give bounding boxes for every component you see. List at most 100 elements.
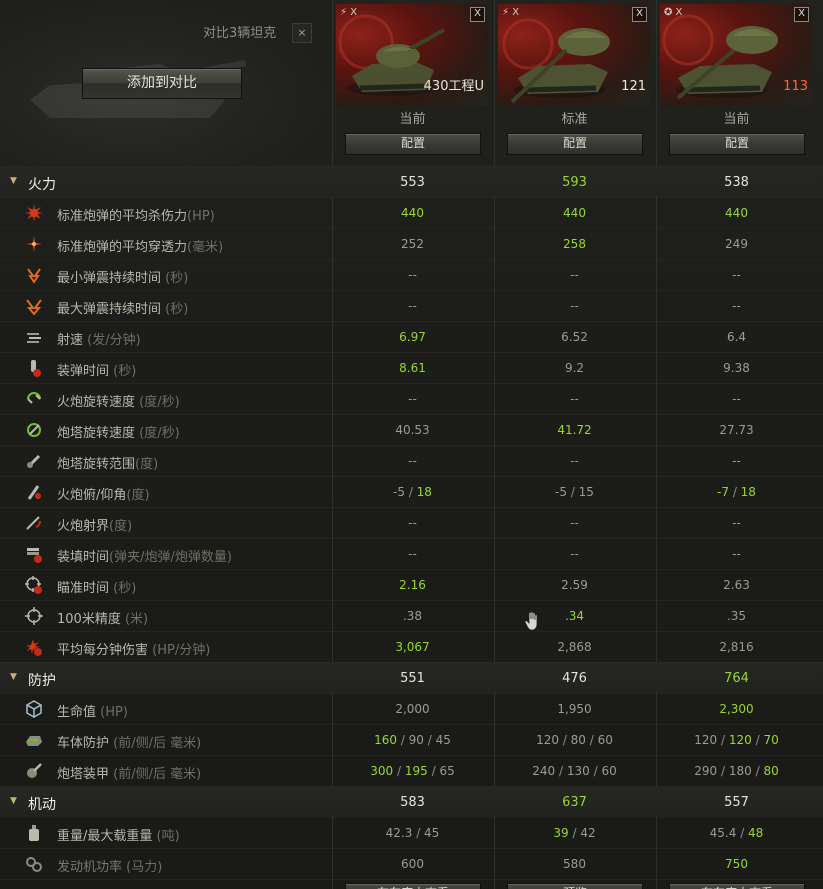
stat-value: 600: [401, 857, 424, 871]
stat-unit: (HP): [187, 209, 215, 224]
stat-value: 553: [400, 175, 425, 190]
stat-unit: (度/秒): [135, 426, 180, 441]
stat-value: 8.61: [399, 361, 426, 375]
add-to-compare-button[interactable]: 添加到对比: [82, 68, 242, 99]
tank-card[interactable]: ✪ X X 113: [660, 4, 812, 106]
stat-label: 生命值 (HP): [57, 701, 128, 720]
configure-button[interactable]: 配置: [669, 133, 805, 155]
stat-value: 1,950: [557, 702, 592, 716]
stat-label: 火炮旋转速度 (度/秒): [57, 391, 180, 410]
stat-value-part: 60: [597, 733, 613, 747]
value-separator: /: [751, 764, 764, 778]
stat-value: --: [408, 516, 417, 530]
stat-unit: (秒): [109, 581, 137, 596]
stat-value-part: 130: [566, 764, 590, 778]
value-separator: /: [405, 485, 417, 499]
tank-card[interactable]: ⚡ X X 121: [498, 4, 650, 106]
stat-value: 2,300: [719, 702, 754, 716]
preview-button[interactable]: 预览: [507, 883, 643, 889]
remove-tank-button[interactable]: X: [794, 7, 809, 22]
stat-value: 440: [725, 206, 748, 220]
remove-tank-button[interactable]: X: [470, 7, 485, 22]
stat-label-text: 装填时间: [57, 550, 110, 565]
stat-value: 27.73: [719, 423, 754, 437]
rate-of-fire-icon: [27, 333, 41, 343]
stat-value-part: 45: [435, 733, 451, 747]
remove-tank-button[interactable]: X: [632, 7, 647, 22]
stat-value: 290 / 180 / 80: [656, 764, 817, 778]
tank-flags: ⚡ X: [340, 7, 358, 18]
view-in-garage-button[interactable]: 在车库中查看: [345, 883, 481, 889]
stat-value: 440: [401, 206, 424, 220]
stat-value-part: 80: [763, 764, 779, 778]
stat-row: 火炮旋转速度 (度/秒) -- -- --: [0, 383, 823, 414]
tank-comparison-window: 对比3辆坦克 × 添加到对比 ⚡ X X 430工程U 当前 配置 ⚡ X X …: [0, 0, 823, 889]
stat-label-text: 最大弹震持续时间: [57, 302, 162, 317]
stat-value-part: 45.4: [709, 826, 737, 840]
clear-comparison-button[interactable]: ×: [292, 23, 312, 43]
stat-value: .34: [564, 609, 585, 623]
stat-label-text: 生命值: [57, 705, 97, 720]
collapse-caret-icon[interactable]: ▼: [10, 672, 17, 682]
value-separator: /: [751, 733, 764, 747]
penetration-icon: [26, 236, 42, 252]
stat-value-part: -5: [393, 485, 405, 499]
stat-value-part: 120: [728, 733, 752, 747]
stat-value: 39 / 42: [494, 826, 655, 840]
stat-value: 160 / 90 / 45: [332, 733, 493, 747]
stat-label: 火炮射界(度): [57, 515, 132, 534]
specific-power-icon: [24, 885, 44, 889]
stat-row: 平均每分钟伤害 (HP/分钟) 3,067 2,868 2,816: [0, 631, 823, 662]
tank-flags: ✪ X: [664, 7, 683, 18]
stun-max-icon: [26, 299, 42, 316]
stat-value: 9.38: [723, 361, 750, 375]
stat-label-text: 发动机功率: [57, 860, 123, 875]
stat-value-part: 39: [553, 826, 569, 840]
section-header-row[interactable]: ▼ 火力 553 593 538: [0, 166, 823, 197]
stat-value: 120 / 80 / 60: [494, 733, 655, 747]
stat-label-text: 100米精度: [57, 612, 121, 627]
stat-label-text: 重量/最大载重量: [57, 829, 153, 844]
stat-row: 发动机功率 (马力) 600 580 750: [0, 848, 823, 879]
stat-value: 637: [562, 795, 587, 810]
stat-label: 装填时间(弹夹/炮弹/炮弹数量): [57, 546, 232, 565]
accuracy-icon: [25, 607, 43, 625]
gun-traverse-icon: [27, 392, 41, 404]
stat-value: 9.2: [564, 361, 585, 375]
stat-label: 瞄准时间 (秒): [57, 577, 136, 596]
configure-button[interactable]: 配置: [507, 133, 643, 155]
stat-row: 车体防护 (前/侧/后 毫米) 160 / 90 / 45 120 / 80 / 6…: [0, 724, 823, 755]
stat-value-part: 42.3: [385, 826, 413, 840]
stat-value: 476: [562, 671, 587, 686]
section-header-row[interactable]: ▼ 机动 583 637 557: [0, 786, 823, 817]
tank-column: ⚡ X X 430工程U 当前 配置: [332, 0, 493, 165]
gun-elevation-icon: [27, 485, 41, 500]
tank-name: 113: [783, 79, 808, 94]
stat-row: 装弹时间 (秒) 8.61 9.2 9.38: [0, 352, 823, 383]
stat-label-text: 火炮射界: [57, 519, 110, 534]
reload-time-icon: [31, 360, 41, 377]
turret-arc-icon: [27, 454, 41, 468]
section-header-row[interactable]: ▼ 防护 551 476 764: [0, 662, 823, 693]
configure-button[interactable]: 配置: [345, 133, 481, 155]
stat-value: --: [570, 392, 579, 406]
stat-value-part: 60: [601, 764, 617, 778]
stat-value: 580: [563, 857, 586, 871]
stat-value-part: 70: [763, 733, 779, 747]
stat-label-text: 炮塔旋转范围: [57, 457, 136, 472]
collapse-caret-icon[interactable]: ▼: [10, 796, 17, 806]
stat-value-part: 18: [740, 485, 756, 499]
stat-unit: (度): [109, 519, 133, 534]
value-separator: /: [729, 485, 741, 499]
stat-row: 射速 (发/分钟) 6.97 6.52 6.4: [0, 321, 823, 352]
stat-value: --: [732, 516, 741, 530]
tank-card[interactable]: ⚡ X X 430工程U: [336, 4, 488, 106]
stat-value-part: 300: [370, 764, 394, 778]
stat-label: 最小弹震持续时间 (秒): [57, 267, 188, 286]
stat-label: 装弹时间 (秒): [57, 360, 136, 379]
stat-unit: (HP): [96, 705, 128, 720]
stat-label: 最大弹震持续时间 (秒): [57, 298, 188, 317]
collapse-caret-icon[interactable]: ▼: [10, 176, 17, 186]
compare-count-title: 对比3辆坦克: [203, 26, 277, 41]
view-in-garage-button[interactable]: 在车库中查看: [669, 883, 805, 889]
